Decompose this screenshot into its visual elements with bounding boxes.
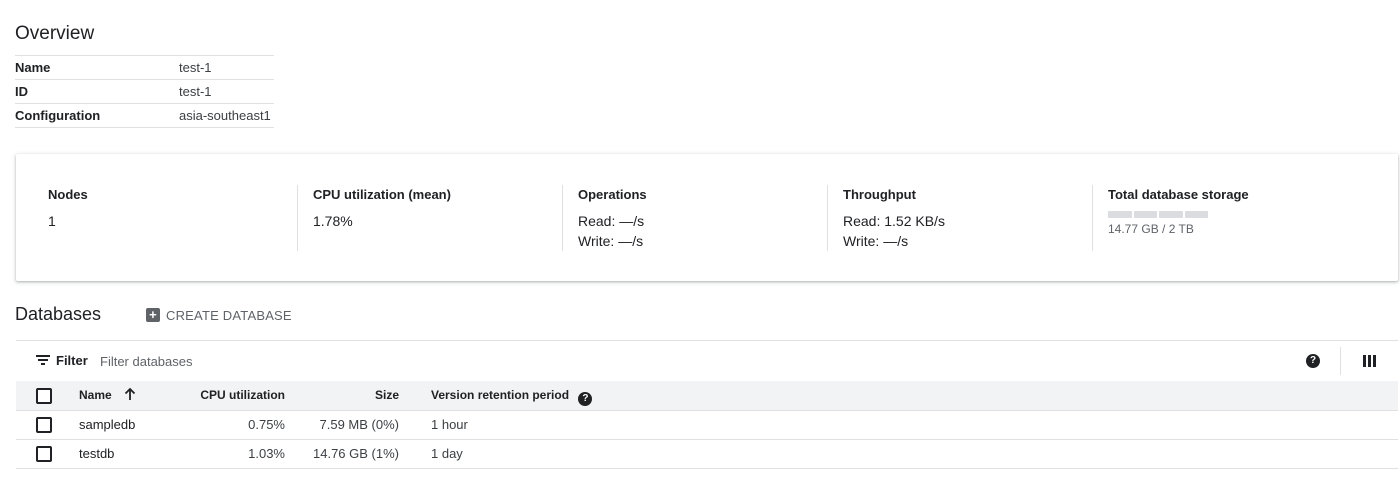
storage-usage-bar — [1108, 211, 1208, 218]
overview-key: Name — [15, 60, 51, 75]
column-header-size[interactable]: Size — [306, 381, 399, 410]
storage-value: 14.77 GB / 2 TB — [1108, 222, 1194, 236]
add-icon: + — [146, 308, 160, 322]
help-icon[interactable]: ? — [578, 392, 593, 406]
help-icon[interactable]: ? — [1306, 354, 1320, 368]
filter-bar: Filter ? — [16, 340, 1398, 382]
size-cell: 7.59 MB (0%) — [319, 417, 399, 432]
metric-value: 1.78% — [313, 213, 353, 229]
retention-cell: 1 day — [431, 446, 463, 461]
metric-label: Operations — [578, 187, 647, 202]
column-header-retention[interactable]: Version retention period ? — [431, 381, 593, 410]
metric-nodes: Nodes 1 — [48, 187, 88, 249]
metrics-card: Nodes 1 CPU utilization (mean) 1.78% Ope… — [16, 154, 1398, 281]
table-row[interactable]: sampledb 0.75% 7.59 MB (0%) 1 hour — [16, 411, 1398, 440]
column-display-options-icon[interactable] — [1363, 355, 1376, 367]
metric-label: Throughput — [843, 187, 916, 202]
filter-icon[interactable] — [36, 355, 50, 365]
overview-value: test-1 — [179, 84, 212, 99]
overview-value: test-1 — [179, 60, 212, 75]
database-name-link[interactable]: sampledb — [79, 411, 135, 439]
size-cell: 14.76 GB (1%) — [313, 446, 399, 461]
create-database-label: CREATE DATABASE — [166, 307, 292, 323]
metric-throughput: Throughput Read: 1.52 KB/s Write: —/s — [843, 187, 945, 249]
filter-input[interactable] — [98, 350, 402, 372]
overview-key: ID — [15, 84, 28, 99]
overview-value: asia-southeast1 — [179, 108, 271, 123]
metric-storage: Total database storage 14.77 GB / 2 TB — [1108, 187, 1249, 249]
column-header-cpu[interactable]: CPU utilization — [176, 381, 285, 410]
metric-read-value: Read: 1.52 KB/s — [843, 213, 945, 229]
metric-operations: Operations Read: —/s Write: —/s — [578, 187, 647, 249]
metric-write-value: Write: —/s — [578, 233, 644, 249]
column-header-name[interactable]: Name — [79, 381, 137, 410]
metric-write-value: Write: —/s — [843, 233, 909, 249]
metric-divider — [297, 185, 298, 251]
select-all-checkbox[interactable] — [36, 388, 52, 404]
metric-read-value: Read: —/s — [578, 213, 645, 229]
metric-cpu: CPU utilization (mean) 1.78% — [313, 187, 451, 249]
metric-value: 1 — [48, 213, 56, 229]
databases-title: Databases — [15, 304, 102, 324]
database-name-link[interactable]: testdb — [79, 440, 114, 468]
overview-row-id: ID test-1 — [15, 79, 274, 103]
overview-table: Name test-1 ID test-1 Configuration asia… — [15, 55, 274, 128]
column-header-label: Version retention period — [431, 388, 570, 402]
metric-divider — [1092, 185, 1093, 251]
metric-label: CPU utilization (mean) — [313, 187, 451, 202]
sort-ascending-icon — [124, 387, 136, 400]
cpu-utilization-cell: 0.75% — [248, 417, 285, 432]
metric-label: Nodes — [48, 187, 88, 202]
table-row[interactable]: testdb 1.03% 14.76 GB (1%) 1 day — [16, 440, 1398, 469]
row-checkbox[interactable] — [36, 446, 52, 462]
metric-divider — [827, 185, 828, 251]
overview-row-configuration: Configuration asia-southeast1 — [15, 103, 274, 128]
overview-row-name: Name test-1 — [15, 55, 274, 79]
divider — [1340, 347, 1341, 375]
table-header: Name CPU utilization Size Version retent… — [16, 381, 1398, 411]
metric-label: Total database storage — [1108, 187, 1249, 202]
page-title: Overview — [15, 23, 95, 44]
overview-key: Configuration — [15, 108, 101, 123]
retention-cell: 1 hour — [431, 417, 468, 432]
create-database-button[interactable]: + CREATE DATABASE — [146, 306, 292, 324]
column-header-label: Name — [79, 388, 112, 402]
metric-divider — [562, 185, 563, 251]
cpu-utilization-cell: 1.03% — [248, 446, 285, 461]
filter-label: Filter — [56, 353, 88, 368]
row-checkbox[interactable] — [36, 417, 52, 433]
